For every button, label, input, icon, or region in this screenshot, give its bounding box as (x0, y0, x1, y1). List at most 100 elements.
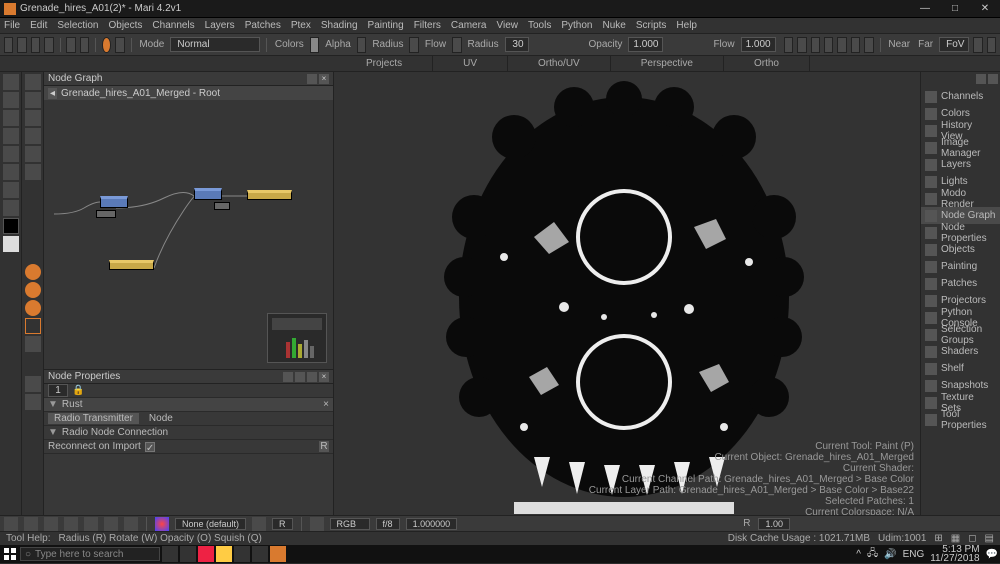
open-icon[interactable] (17, 37, 26, 53)
rp-image-manager[interactable]: Image Manager (921, 139, 1000, 156)
menu-selection[interactable]: Selection (57, 20, 98, 31)
tab-perspective[interactable]: Perspective (611, 56, 724, 71)
save-icon[interactable] (31, 37, 40, 53)
tray-date[interactable]: 11/27/2018 (930, 554, 979, 563)
vp-btn9[interactable] (987, 37, 996, 53)
bb-undo-icon[interactable] (4, 517, 18, 531)
preset-select[interactable]: None (default) (175, 518, 246, 530)
rp-selection[interactable]: Selection Groups (921, 326, 1000, 343)
node-aux1[interactable] (96, 210, 116, 218)
rp-ctrl-b[interactable] (988, 74, 998, 84)
reconnect-checkbox[interactable]: ✓ (145, 442, 155, 452)
vp-btn3[interactable] (811, 37, 820, 53)
radius-preview[interactable] (409, 37, 418, 53)
menu-scripts[interactable]: Scripts (636, 20, 667, 31)
app-b-icon[interactable] (252, 546, 268, 562)
paint-tool-d-icon[interactable] (25, 318, 41, 334)
flow-preview[interactable] (452, 37, 461, 53)
vp-btn2[interactable] (797, 37, 806, 53)
vp-btn5[interactable] (837, 37, 846, 53)
node-graph-breadcrumb[interactable]: ◂ Grenade_hires_A01_Merged - Root (44, 86, 333, 100)
near-label[interactable]: Near (888, 39, 910, 50)
rp-channels[interactable]: Channels (921, 88, 1000, 105)
menu-nuke[interactable]: Nuke (603, 20, 626, 31)
node-merge[interactable] (194, 188, 222, 200)
arrow-icon[interactable] (3, 74, 19, 90)
radius2-value[interactable]: 30 (505, 37, 529, 52)
paint-tool-b-icon[interactable] (25, 282, 41, 298)
brush-icon[interactable] (3, 128, 19, 144)
measure-icon[interactable] (25, 164, 41, 180)
menu-layers[interactable]: Layers (205, 20, 235, 31)
node-aux2[interactable] (214, 202, 230, 210)
opacity-value[interactable]: 1.000 (628, 37, 663, 52)
bb-rotate-icon[interactable] (44, 517, 58, 531)
menu-objects[interactable]: Objects (109, 20, 143, 31)
record-icon[interactable] (102, 37, 111, 53)
fstop-value[interactable]: f/8 (376, 518, 400, 530)
tab-node[interactable]: Node (143, 413, 179, 424)
menu-tools[interactable]: Tools (528, 20, 551, 31)
line-icon[interactable] (3, 182, 19, 198)
vp-btn4[interactable] (824, 37, 833, 53)
paint-tool-a-icon[interactable] (25, 264, 41, 280)
lock-icon[interactable]: 🔒 (72, 385, 84, 396)
fov-select[interactable]: FoV (939, 37, 969, 52)
tray-net-icon[interactable]: 🖧 (867, 546, 878, 563)
node-props-count[interactable]: 1 (48, 384, 68, 397)
wand-icon[interactable] (3, 110, 19, 126)
vp-btn1[interactable] (784, 37, 793, 53)
menu-file[interactable]: File (4, 20, 20, 31)
menu-channels[interactable]: Channels (152, 20, 194, 31)
node-graph-canvas[interactable] (44, 100, 333, 370)
menu-view[interactable]: View (497, 20, 519, 31)
mari-taskbar-icon[interactable] (270, 546, 286, 562)
node-close-icon[interactable]: × (323, 399, 329, 410)
np-a-icon[interactable] (283, 372, 293, 382)
rp-ctrl-a[interactable] (976, 74, 986, 84)
ng-close-icon[interactable]: × (319, 74, 329, 84)
taskbar-search[interactable]: ○ Type here to search (20, 547, 160, 561)
rp-shelf[interactable]: Shelf (921, 360, 1000, 377)
ng-pin-icon[interactable] (307, 74, 317, 84)
rp-node-props[interactable]: Node Properties (921, 224, 1000, 241)
fill-icon[interactable] (3, 200, 19, 216)
undo-icon[interactable] (66, 37, 75, 53)
move-icon[interactable] (25, 74, 41, 90)
start-button[interactable] (2, 546, 18, 562)
new-icon[interactable] (4, 37, 13, 53)
menu-camera[interactable]: Camera (451, 20, 487, 31)
color-wheel-icon[interactable] (155, 517, 169, 531)
channel-select[interactable]: RGB (330, 518, 370, 530)
tab-projects[interactable]: Projects (336, 56, 433, 71)
zoom-icon[interactable] (25, 110, 41, 126)
menu-python[interactable]: Python (561, 20, 592, 31)
color-fg-icon[interactable] (3, 218, 19, 234)
history-icon[interactable] (25, 376, 41, 392)
app-a-icon[interactable] (234, 546, 250, 562)
paint-tool-c-icon[interactable] (25, 300, 41, 316)
bb-move-icon[interactable] (24, 517, 38, 531)
status-icon-d[interactable]: ▤ (985, 533, 994, 544)
rp-modo[interactable]: Modo Render (921, 190, 1000, 207)
far-label[interactable]: Far (918, 39, 933, 50)
status-icon-a[interactable]: ⊞ (934, 533, 942, 544)
np-b-icon[interactable] (295, 372, 305, 382)
status-icon-b[interactable]: ▦ (951, 533, 960, 544)
tab-radio-transmitter[interactable]: Radio Transmitter (48, 413, 139, 424)
taskview-icon[interactable] (180, 546, 196, 562)
np-pin-icon[interactable] (307, 372, 317, 382)
bb-e-icon[interactable] (310, 517, 324, 531)
section-collapse-icon[interactable]: ▼ (48, 427, 58, 438)
alpha-swatch[interactable] (357, 37, 366, 53)
saveas-icon[interactable] (44, 37, 53, 53)
maximize-button[interactable]: □ (944, 3, 966, 14)
menu-edit[interactable]: Edit (30, 20, 47, 31)
tray-vol-icon[interactable]: 🔊 (884, 549, 896, 560)
r-value[interactable]: 1.00 (758, 518, 790, 530)
rp-patches[interactable]: Patches (921, 275, 1000, 292)
node-rust[interactable] (109, 260, 154, 270)
tab-uv[interactable]: UV (433, 56, 508, 71)
cortana-icon[interactable] (162, 546, 178, 562)
reset-icon[interactable]: R (319, 441, 329, 452)
